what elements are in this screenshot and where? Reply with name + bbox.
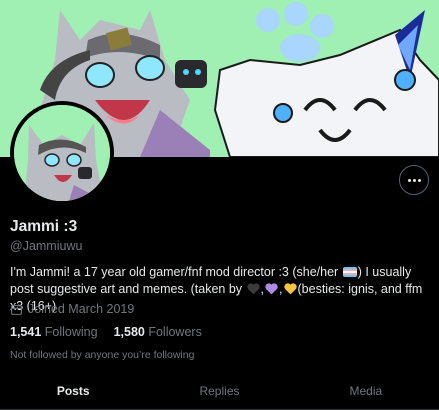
follow-stats: 1,541 Following 1,580 Followers: [10, 325, 202, 339]
bio-separator: ,: [279, 282, 283, 296]
followers-label: Followers: [148, 325, 202, 339]
followers-link[interactable]: 1,580 Followers: [114, 325, 202, 339]
calendar-icon: [11, 303, 22, 315]
not-followed-note: Not followed by anyone you’re following: [10, 349, 195, 361]
following-count: 1,541: [10, 325, 42, 339]
joined-date: Joined March 2019: [10, 302, 134, 316]
black-heart-emoji: [246, 283, 260, 295]
more-options-button[interactable]: [399, 165, 429, 195]
yellow-heart-emoji: [283, 283, 297, 295]
user-handle: @Jammiuwu: [10, 239, 83, 253]
tab-media[interactable]: Media: [293, 372, 439, 409]
following-link[interactable]: 1,541 Following: [10, 325, 98, 339]
tab-posts[interactable]: Posts: [0, 372, 146, 409]
joined-text: Joined March 2019: [28, 302, 135, 316]
trans-flag-emoji: [342, 267, 357, 277]
following-label: Following: [44, 325, 98, 339]
bio-text-1: I'm Jammi! a 17 year old gamer/fnf mod d…: [10, 265, 339, 279]
bio-separator: ,: [260, 282, 265, 296]
more-horizontal-icon: [407, 178, 421, 182]
tab-replies[interactable]: Replies: [146, 372, 292, 409]
avatar[interactable]: [10, 101, 114, 205]
display-name: Jammi :3: [10, 218, 78, 235]
purple-heart-emoji: [265, 283, 278, 295]
followers-count: 1,580: [113, 325, 145, 339]
avatar-image: [14, 105, 110, 201]
profile-tabs: Posts Replies Media: [0, 372, 439, 410]
